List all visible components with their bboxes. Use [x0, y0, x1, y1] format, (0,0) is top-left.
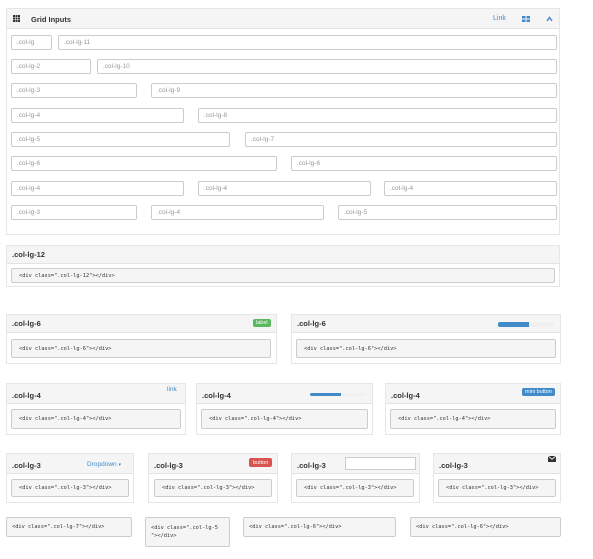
- panel-col-lg-4-button: .col-lg-4 mini button <div class=".col-l…: [385, 383, 561, 435]
- panel-title: .col-lg-3: [297, 461, 326, 470]
- code-block-col-lg-7: <div class=".col-lg-7"></div>: [6, 517, 132, 537]
- panel-col-lg-4-progress: .col-lg-4 <div class=".col-lg-4"></div>: [196, 383, 373, 435]
- code-block-col-lg-6: <div class=".col-lg-6"></div>: [410, 517, 561, 537]
- code-block-col-lg-6: <div class=".col-lg-6"></div>: [243, 517, 396, 537]
- dropdown-label: Dropdown: [87, 461, 117, 468]
- panel-title: .col-lg-4: [202, 391, 231, 400]
- panel-header: .col-lg-12: [7, 246, 559, 264]
- header-link[interactable]: Link: [493, 15, 506, 22]
- progress-fill: [310, 393, 341, 396]
- panel-title: .col-lg-6: [12, 319, 41, 328]
- panel-header: .col-lg-4 link: [7, 384, 185, 404]
- input-col-lg-5[interactable]: .col-lg-5: [11, 132, 230, 147]
- panel-header: .col-lg-3: [292, 454, 419, 474]
- panel-header: .col-lg-3 Dropdown ▾: [7, 454, 133, 474]
- input-col-lg-4[interactable]: .col-lg-4: [151, 205, 324, 220]
- panel-header: .col-lg-6 label: [7, 315, 276, 333]
- input-col-lg[interactable]: .col-lg: [11, 35, 52, 50]
- progress-fill: [498, 322, 529, 327]
- code-block: <div class=".col-lg-6"></div>: [11, 339, 271, 358]
- panel-title: .col-lg-3: [12, 461, 41, 470]
- input-col-lg-6[interactable]: .col-lg-6: [11, 156, 277, 171]
- grid-inputs-header: Grid Inputs Link: [7, 9, 559, 29]
- header-input[interactable]: [345, 457, 416, 470]
- input-col-lg-4[interactable]: .col-lg-4: [11, 181, 184, 196]
- code-block: <div class=".col-lg-3"></div>: [438, 479, 556, 497]
- dropdown-toggle[interactable]: Dropdown ▾: [87, 461, 121, 468]
- input-col-lg-3[interactable]: .col-lg-3: [11, 205, 137, 220]
- panel-header: .col-lg-4 mini button: [386, 384, 560, 404]
- input-col-lg-5[interactable]: .col-lg-5: [338, 205, 557, 220]
- code-block: <div class=".col-lg-6"></div>: [296, 339, 556, 358]
- panel-col-lg-6-progress: .col-lg-6 <div class=".col-lg-6"></div>: [291, 314, 561, 364]
- mini-button[interactable]: mini button: [522, 388, 555, 396]
- code-block: <div class=".col-lg-12"></div>: [11, 268, 555, 283]
- input-col-lg-7[interactable]: .col-lg-7: [245, 132, 557, 147]
- layout-icon[interactable]: [522, 16, 530, 22]
- input-col-lg-6[interactable]: .col-lg-6: [291, 156, 557, 171]
- progress-bar: [498, 322, 554, 327]
- panel-header: .col-lg-3: [434, 454, 560, 474]
- grid-inputs-panel: Grid Inputs Link .col-lg .col-lg-11 .col…: [6, 8, 560, 235]
- progress-bar: [310, 393, 366, 396]
- envelope-icon[interactable]: [547, 455, 557, 462]
- input-col-lg-9[interactable]: .col-lg-9: [151, 83, 557, 98]
- code-block-col-lg-5: <div class=".col-lg-5 "></div>: [145, 517, 230, 547]
- input-col-lg-4[interactable]: .col-lg-4: [11, 108, 184, 123]
- panel-title: .col-lg-3: [154, 461, 183, 470]
- input-col-lg-4[interactable]: .col-lg-4: [384, 181, 557, 196]
- panel-title: .col-lg-4: [12, 391, 41, 400]
- grid-icon: [13, 15, 20, 22]
- input-col-lg-11[interactable]: .col-lg-11: [58, 35, 557, 50]
- code-block: <div class=".col-lg-4"></div>: [201, 409, 368, 429]
- panel-col-lg-3-icon: .col-lg-3 <div class=".col-lg-3"></div>: [433, 453, 561, 503]
- input-col-lg-3[interactable]: .col-lg-3: [11, 83, 137, 98]
- page-title: Grid Inputs: [31, 15, 71, 24]
- code-block: <div class=".col-lg-3"></div>: [154, 479, 272, 497]
- code-block: <div class=".col-lg-3"></div>: [11, 479, 129, 497]
- code-block: <div class=".col-lg-4"></div>: [11, 409, 181, 429]
- panel-header: .col-lg-4: [197, 384, 372, 404]
- caret-down-icon: ▾: [118, 462, 121, 468]
- panel-col-lg-3-button: .col-lg-3 button <div class=".col-lg-3">…: [148, 453, 278, 503]
- panel-col-lg-3-input: .col-lg-3 <div class=".col-lg-3"></div>: [291, 453, 420, 503]
- input-col-lg-10[interactable]: .col-lg-10: [97, 59, 557, 74]
- input-col-lg-4[interactable]: .col-lg-4: [198, 181, 371, 196]
- panel-header: .col-lg-3 button: [149, 454, 277, 474]
- input-col-lg-8[interactable]: .col-lg-8: [198, 108, 557, 123]
- code-block: <div class=".col-lg-4"></div>: [390, 409, 556, 429]
- panel-col-lg-12: .col-lg-12 <div class=".col-lg-12"></div…: [6, 245, 560, 287]
- panel-header: .col-lg-6: [292, 315, 560, 333]
- code-block: <div class=".col-lg-3"></div>: [296, 479, 414, 497]
- panel-link[interactable]: link: [167, 386, 177, 393]
- panel-title: .col-lg-6: [297, 319, 326, 328]
- panel-title: .col-lg-4: [391, 391, 420, 400]
- danger-button[interactable]: button: [249, 458, 273, 467]
- panel-title: .col-lg-12: [12, 250, 45, 259]
- status-badge: label: [253, 319, 271, 327]
- input-col-lg-2[interactable]: .col-lg-2: [11, 59, 91, 74]
- panel-col-lg-3-dropdown: .col-lg-3 Dropdown ▾ <div class=".col-lg…: [6, 453, 134, 503]
- panel-title: .col-lg-3: [439, 461, 468, 470]
- panel-col-lg-6-label: .col-lg-6 label <div class=".col-lg-6"><…: [6, 314, 277, 364]
- panel-col-lg-4-link: .col-lg-4 link <div class=".col-lg-4"></…: [6, 383, 186, 435]
- chevron-up-icon[interactable]: [546, 16, 553, 22]
